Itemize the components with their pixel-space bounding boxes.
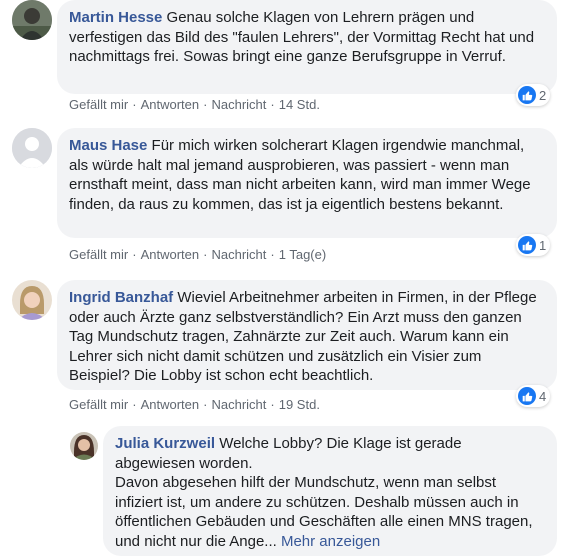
timestamp[interactable]: 1 Tag(e) xyxy=(279,247,326,262)
avatar[interactable] xyxy=(12,280,52,320)
timestamp[interactable]: 14 Std. xyxy=(279,97,320,112)
like-link[interactable]: Gefällt mir xyxy=(69,397,128,412)
reaction-number: 4 xyxy=(539,388,547,404)
reply-author[interactable]: Julia Kurzweil xyxy=(115,435,215,452)
like-icon xyxy=(518,86,536,104)
reaction-count[interactable]: 1 xyxy=(516,234,551,256)
message-link[interactable]: Nachricht xyxy=(211,97,266,112)
reply-link[interactable]: Antworten xyxy=(141,397,200,412)
reaction-count[interactable]: 2 xyxy=(516,84,551,106)
like-icon xyxy=(518,236,536,254)
avatar-photo xyxy=(70,432,98,460)
reply-link[interactable]: Antworten xyxy=(141,247,200,262)
comment-author[interactable]: Martin Hesse xyxy=(69,9,162,26)
comment-bubble: Maus Hase Für mich wirken solcherart Kla… xyxy=(57,128,557,238)
reaction-count[interactable]: 4 xyxy=(516,385,551,407)
avatar[interactable] xyxy=(12,128,52,168)
comment-actions: Gefällt mir · Antworten · Nachricht · 19 Std. xyxy=(69,397,320,412)
like-link[interactable]: Gefällt mir xyxy=(69,97,128,112)
comment-actions: Gefällt mir · Antworten · Nachricht · 1 Tag(e) xyxy=(69,247,327,262)
avatar-photo xyxy=(12,280,52,320)
comment-author[interactable]: Maus Hase xyxy=(69,137,147,154)
reaction-number: 1 xyxy=(539,237,547,253)
comment-bubble: Martin Hesse Genau solche Klagen von Leh… xyxy=(57,0,557,94)
comment-bubble: Ingrid Banzhaf Wieviel Arbeitnehmer arbe… xyxy=(57,280,557,390)
reaction-number: 2 xyxy=(539,87,547,103)
like-link[interactable]: Gefällt mir xyxy=(69,247,128,262)
reply-bubble: Julia Kurzweil Welche Lobby? Die Klage i… xyxy=(103,426,557,556)
avatar[interactable] xyxy=(70,432,98,460)
default-avatar-icon xyxy=(12,128,52,168)
message-link[interactable]: Nachricht xyxy=(211,247,266,262)
show-more-link[interactable]: Mehr anzeigen xyxy=(281,533,380,550)
message-link[interactable]: Nachricht xyxy=(211,397,266,412)
comment-actions: Gefällt mir · Antworten · Nachricht · 14 Std. xyxy=(69,97,320,112)
comment-author[interactable]: Ingrid Banzhaf xyxy=(69,289,173,306)
timestamp[interactable]: 19 Std. xyxy=(279,397,320,412)
avatar-photo xyxy=(12,0,52,40)
reply-link[interactable]: Antworten xyxy=(141,97,200,112)
like-icon xyxy=(518,387,536,405)
avatar[interactable] xyxy=(12,0,52,40)
